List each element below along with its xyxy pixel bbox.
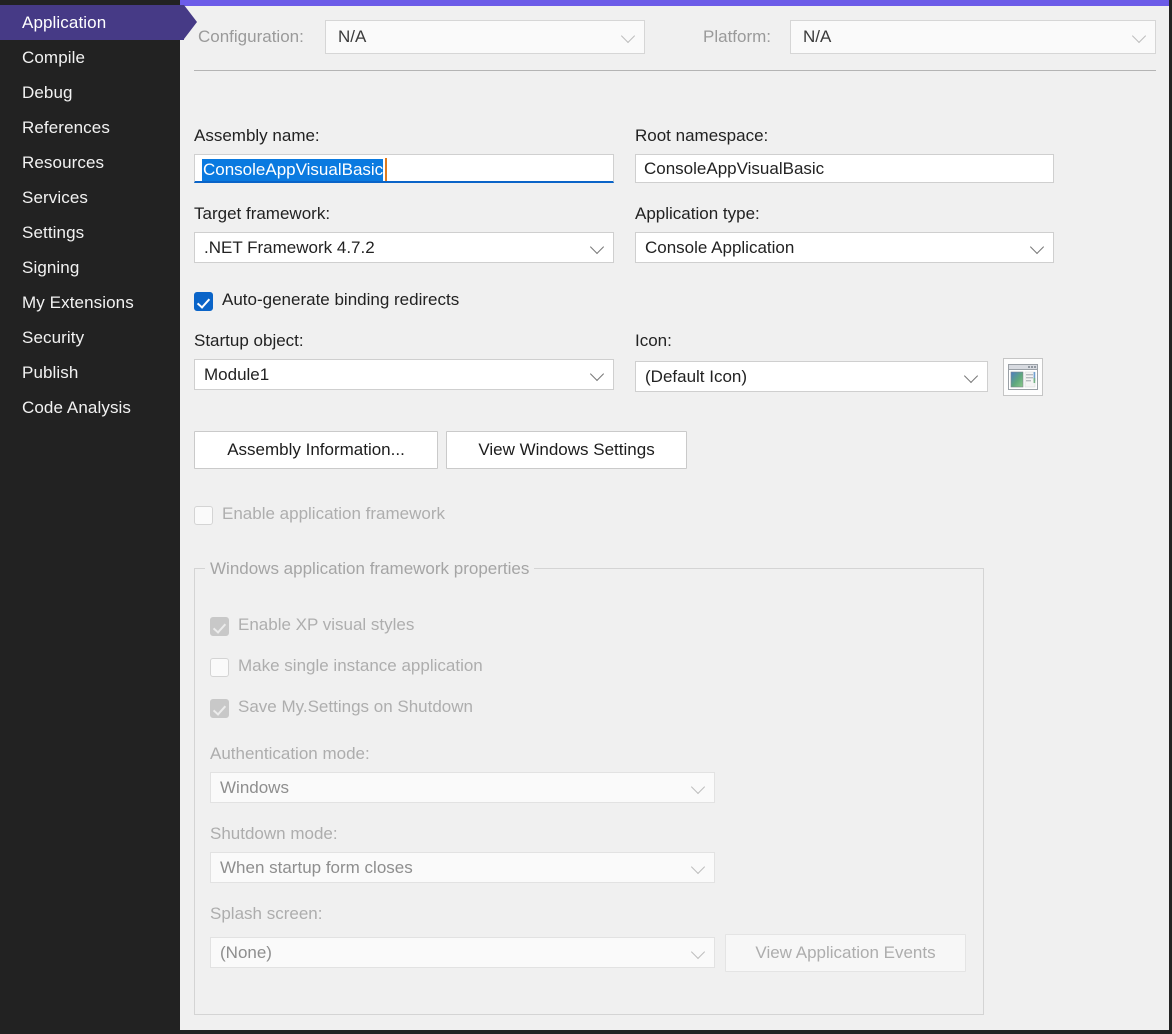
browse-icon-button[interactable] [1003,358,1043,396]
platform-select[interactable]: N/A [790,20,1156,54]
shutdown-mode-select[interactable]: When startup form closes [210,852,715,883]
startup-object-select[interactable]: Module1 [194,359,614,390]
enable-application-framework-label: Enable application framework [222,504,445,524]
platform-value: N/A [803,27,831,47]
enable-xp-visual-styles-label: Enable XP visual styles [238,615,414,635]
properties-sidebar: Application Compile Debug References Res… [0,0,180,1034]
sidebar-item-references[interactable]: References [0,110,180,145]
view-windows-settings-button[interactable]: View Windows Settings [446,431,687,469]
configuration-select[interactable]: N/A [325,20,645,54]
chevron-down-icon [590,239,604,253]
application-properties-pane: Configuration: N/A Platform: N/A Assembl… [180,0,1169,1030]
checkbox-unchecked-icon [194,506,213,525]
sidebar-item-label: Settings [22,223,84,242]
project-properties-window: Application Compile Debug References Res… [0,0,1172,1034]
sidebar-item-compile[interactable]: Compile [0,40,180,75]
checkmark-icon [213,620,226,634]
checkmark-icon [197,295,210,309]
sidebar-item-label: My Extensions [22,293,134,312]
splash-screen-value: (None) [220,943,272,963]
sidebar-item-application[interactable]: Application [0,5,184,40]
sidebar-item-debug[interactable]: Debug [0,75,180,110]
assembly-name-label: Assembly name: [194,126,320,146]
platform-label: Platform: [703,27,771,47]
authentication-mode-label: Authentication mode: [210,744,370,764]
group-legend: Windows application framework properties [205,559,534,579]
chevron-down-icon [691,944,705,958]
icon-value: (Default Icon) [645,367,747,387]
checkbox-checked-disabled-icon [210,617,229,636]
checkbox-checked-icon [194,292,213,311]
sidebar-item-security[interactable]: Security [0,320,180,355]
text-caret [385,158,387,181]
sidebar-item-label: Security [22,328,84,347]
sidebar-item-my-extensions[interactable]: My Extensions [0,285,180,320]
splash-screen-select[interactable]: (None) [210,937,715,968]
sidebar-item-label: Resources [22,153,104,172]
startup-object-value: Module1 [204,365,269,385]
configuration-label: Configuration: [198,27,304,47]
configuration-value: N/A [338,27,366,47]
splash-screen-label: Splash screen: [210,904,322,924]
target-framework-label: Target framework: [194,204,330,224]
checkbox-checked-disabled-icon [210,699,229,718]
application-type-select[interactable]: Console Application [635,232,1054,263]
sidebar-item-label: Signing [22,258,79,277]
sidebar-item-label: Compile [22,48,85,67]
sidebar-item-services[interactable]: Services [0,180,180,215]
sidebar-item-label: Services [22,188,88,207]
image-preview-icon [1008,364,1038,390]
root-namespace-value: ConsoleAppVisualBasic [644,159,824,179]
configuration-toolbar: Configuration: N/A Platform: N/A [180,20,1169,54]
target-framework-select[interactable]: .NET Framework 4.7.2 [194,232,614,263]
chevron-down-icon [590,366,604,380]
authentication-mode-value: Windows [220,778,289,798]
sidebar-item-label: Publish [22,363,78,382]
chevron-down-icon [621,29,635,43]
assembly-name-input[interactable]: ConsoleAppVisualBasic [194,154,614,183]
checkbox-unchecked-disabled-icon [210,658,229,677]
sidebar-item-publish[interactable]: Publish [0,355,180,390]
assembly-information-button[interactable]: Assembly Information... [194,431,438,469]
sidebar-item-label: Application [22,13,106,32]
chevron-down-icon [691,779,705,793]
make-single-instance-label: Make single instance application [238,656,483,676]
application-type-value: Console Application [645,238,794,258]
accent-top-bar [180,0,1169,6]
sidebar-item-label: References [22,118,110,137]
sidebar-item-settings[interactable]: Settings [0,215,180,250]
chevron-down-icon [1030,239,1044,253]
sidebar-item-label: Debug [22,83,73,102]
shutdown-mode-label: Shutdown mode: [210,824,338,844]
auto-generate-binding-redirects-label: Auto-generate binding redirects [222,290,459,310]
chevron-down-icon [1132,29,1146,43]
application-type-label: Application type: [635,204,760,224]
chevron-down-icon [964,368,978,382]
authentication-mode-select[interactable]: Windows [210,772,715,803]
root-namespace-label: Root namespace: [635,126,768,146]
assembly-name-value: ConsoleAppVisualBasic [202,159,383,181]
toolbar-divider [194,70,1156,71]
checkmark-icon [213,702,226,716]
save-my-settings-on-shutdown-label: Save My.Settings on Shutdown [238,697,473,717]
icon-label: Icon: [635,331,672,351]
startup-object-label: Startup object: [194,331,304,351]
sidebar-item-resources[interactable]: Resources [0,145,180,180]
sidebar-item-code-analysis[interactable]: Code Analysis [0,390,180,425]
sidebar-item-signing[interactable]: Signing [0,250,180,285]
root-namespace-input[interactable]: ConsoleAppVisualBasic [635,154,1054,183]
target-framework-value: .NET Framework 4.7.2 [204,238,375,258]
chevron-down-icon [691,859,705,873]
shutdown-mode-value: When startup form closes [220,858,413,878]
icon-select[interactable]: (Default Icon) [635,361,988,392]
view-application-events-button[interactable]: View Application Events [725,934,966,972]
sidebar-item-label: Code Analysis [22,398,131,417]
